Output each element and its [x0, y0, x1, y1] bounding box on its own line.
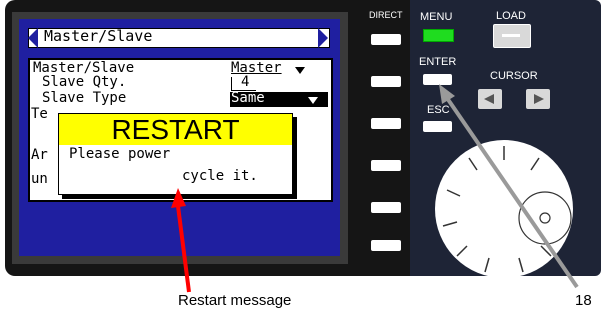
direct-softkey-6[interactable] — [371, 240, 401, 251]
slave-type-label: Slave Type — [42, 90, 127, 106]
cursor-right-button[interactable] — [526, 89, 550, 109]
prev-page-arrow-icon[interactable] — [28, 28, 38, 48]
callout-number: 18 — [575, 292, 592, 309]
esc-label: ESC — [427, 104, 450, 116]
esc-button[interactable] — [423, 121, 452, 132]
setting-label-partial: un — [31, 171, 48, 187]
slave-qty-value: 4 — [241, 74, 250, 90]
cursor-label: CURSOR — [490, 70, 538, 82]
cursor-left-button[interactable] — [478, 89, 502, 109]
restart-dialog-header: RESTART — [59, 114, 292, 145]
dropdown-caret-icon — [308, 97, 318, 104]
slave-type-value: Same — [231, 90, 265, 106]
dropdown-caret-icon — [295, 67, 305, 74]
left-arrow-icon — [484, 94, 494, 104]
load-label: LOAD — [496, 10, 526, 22]
screen-title: Master/Slave — [44, 27, 153, 45]
slave-qty-label: Slave Qty. — [42, 74, 127, 90]
rotary-knob[interactable] — [435, 140, 573, 278]
right-arrow-icon — [534, 94, 544, 104]
setting-label-partial: Te — [31, 106, 48, 122]
enter-label: ENTER — [419, 56, 457, 68]
direct-softkey-1[interactable] — [371, 34, 401, 45]
setting-label-partial: Ar — [31, 147, 48, 163]
menu-button[interactable] — [423, 29, 454, 42]
enter-button[interactable] — [423, 74, 452, 85]
direct-softkey-2[interactable] — [371, 76, 401, 87]
restart-dialog: RESTART Please power cycle it. — [58, 113, 293, 195]
restart-message-caption: Restart message — [178, 292, 292, 309]
master-slave-value[interactable]: Master — [231, 61, 282, 76]
knob-ticks-icon — [442, 146, 572, 273]
restart-dialog-message-line2: cycle it. — [182, 168, 258, 184]
direct-softkey-4[interactable] — [371, 160, 401, 171]
direct-softkey-5[interactable] — [371, 202, 401, 213]
menu-label: MENU — [420, 11, 453, 23]
direct-label: DIRECT — [369, 10, 403, 20]
restart-dialog-title: RESTART — [111, 114, 240, 145]
direct-softkey-3[interactable] — [371, 118, 401, 129]
restart-dialog-message-line1: Please power — [69, 146, 171, 162]
minus-icon — [502, 34, 520, 37]
next-page-arrow-icon[interactable] — [318, 28, 328, 48]
